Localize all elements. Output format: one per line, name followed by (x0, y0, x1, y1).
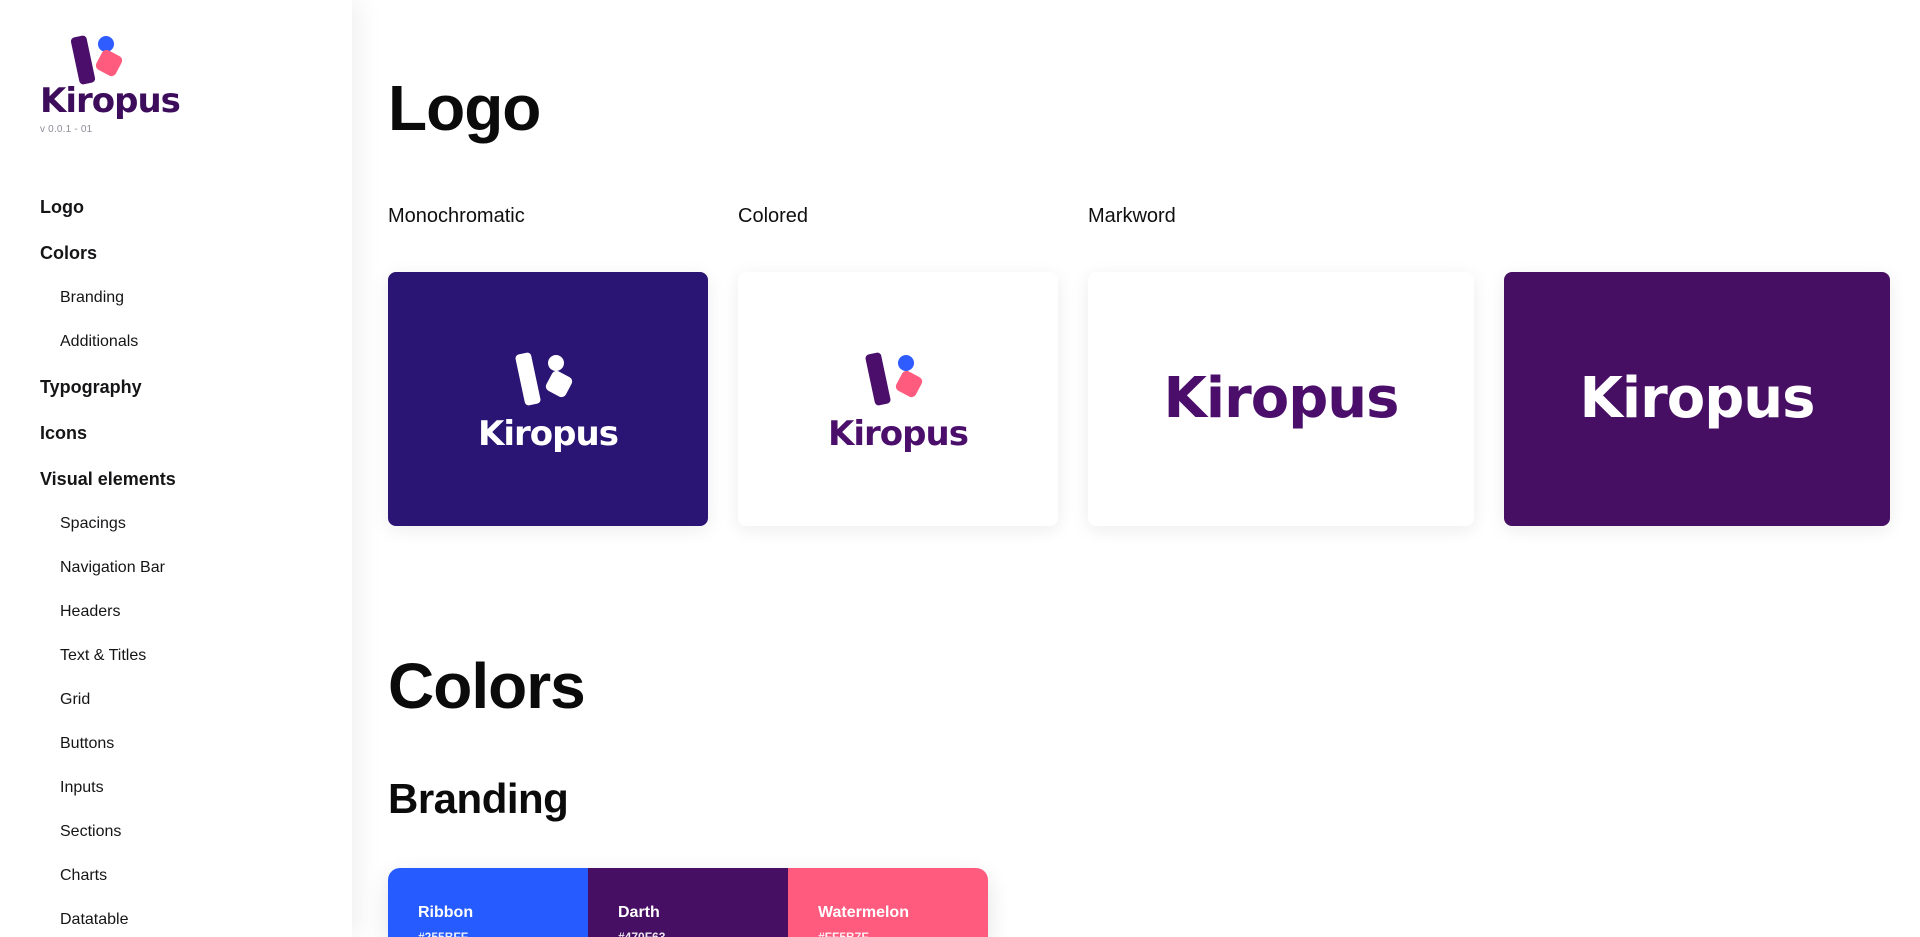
sidebar-item-visual-elements[interactable]: Visual elements (40, 456, 330, 502)
sidebar-subitem-buttons[interactable]: Buttons (40, 722, 330, 766)
sidebar-subitem-sections[interactable]: Sections (40, 810, 330, 854)
logo-colored: Kiropus (828, 347, 969, 454)
label-colored: Colored (738, 205, 809, 227)
section-title-branding: Branding (388, 775, 569, 822)
swatch-ribbon[interactable]: Ribbon #255BFF (388, 868, 588, 937)
kiropus-logo-icon (70, 35, 123, 85)
sidebar-subitem-branding[interactable]: Branding (40, 276, 330, 320)
brand-name: Kiropus (40, 81, 181, 121)
sidebar-item-colors[interactable]: Colors (40, 230, 330, 276)
brand-version: v 0.0.1 - 01 (40, 124, 93, 135)
logo-card-markword: Kiropus (1088, 272, 1474, 526)
logo-monochromatic: Kiropus (478, 347, 619, 454)
swatch-ribbon-hex: #255BFF (418, 930, 469, 937)
logo-word-colored: Kiropus (828, 414, 969, 454)
swatch-darth-hex: #470F63 (618, 930, 666, 937)
sidebar-subitem-navigation-bar[interactable]: Navigation Bar (40, 546, 330, 590)
brand[interactable]: Kiropus v 0.0.1 - 01 (40, 30, 181, 140)
logo-word-markword: Kiropus (1163, 366, 1400, 431)
sidebar-subitem-additionals[interactable]: Additionals (40, 320, 330, 364)
logo-card-colored: Kiropus (738, 272, 1058, 526)
app-root: Kiropus v 0.0.1 - 01 Logo Colors Brandin… (0, 0, 1920, 937)
kiropus-mark-icon (515, 352, 573, 406)
sidebar-subitem-charts[interactable]: Charts (40, 854, 330, 898)
logo-word-monochromatic: Kiropus (478, 414, 619, 454)
sidebar-subitem-grid[interactable]: Grid (40, 678, 330, 722)
logo-card-monochromatic: Kiropus (388, 272, 708, 526)
sidebar-item-typography[interactable]: Typography (40, 364, 330, 410)
swatch-ribbon-name: Ribbon (418, 904, 474, 921)
sidebar-item-icons[interactable]: Icons (40, 410, 330, 456)
swatch-darth-name: Darth (618, 904, 660, 921)
sidebar-subitem-inputs[interactable]: Inputs (40, 766, 330, 810)
swatch-watermelon-hex: #FF5B7F (818, 930, 869, 937)
swatch-watermelon[interactable]: Watermelon #FF5B7F (788, 868, 988, 937)
logo-card-markword-inverted: Kiropus (1504, 272, 1890, 526)
swatch-watermelon-name: Watermelon (818, 904, 909, 921)
sidebar-subitem-headers[interactable]: Headers (40, 590, 330, 634)
sidebar-subitem-spacings[interactable]: Spacings (40, 502, 330, 546)
sidebar-item-logo[interactable]: Logo (40, 184, 330, 230)
label-markword: Markword (1088, 205, 1176, 227)
section-title-colors: Colors (388, 650, 586, 722)
sidebar-nav: Logo Colors Branding Additionals Typogra… (40, 184, 330, 937)
swatch-darth[interactable]: Darth #470F63 (588, 868, 788, 937)
label-monochromatic: Monochromatic (388, 205, 525, 227)
branding-swatches: Ribbon #255BFF Darth #470F63 Watermelon … (388, 868, 988, 937)
sidebar-subitem-datatable[interactable]: Datatable (40, 898, 330, 937)
kiropus-mark-icon (865, 352, 923, 406)
main-content: Logo Monochromatic Colored Markword Kiro… (352, 0, 1920, 937)
section-title-logo: Logo (388, 72, 541, 144)
sidebar: Kiropus v 0.0.1 - 01 Logo Colors Brandin… (0, 0, 352, 937)
logo-word-markword-inverted: Kiropus (1579, 366, 1816, 431)
sidebar-subitem-text-titles[interactable]: Text & Titles (40, 634, 330, 678)
